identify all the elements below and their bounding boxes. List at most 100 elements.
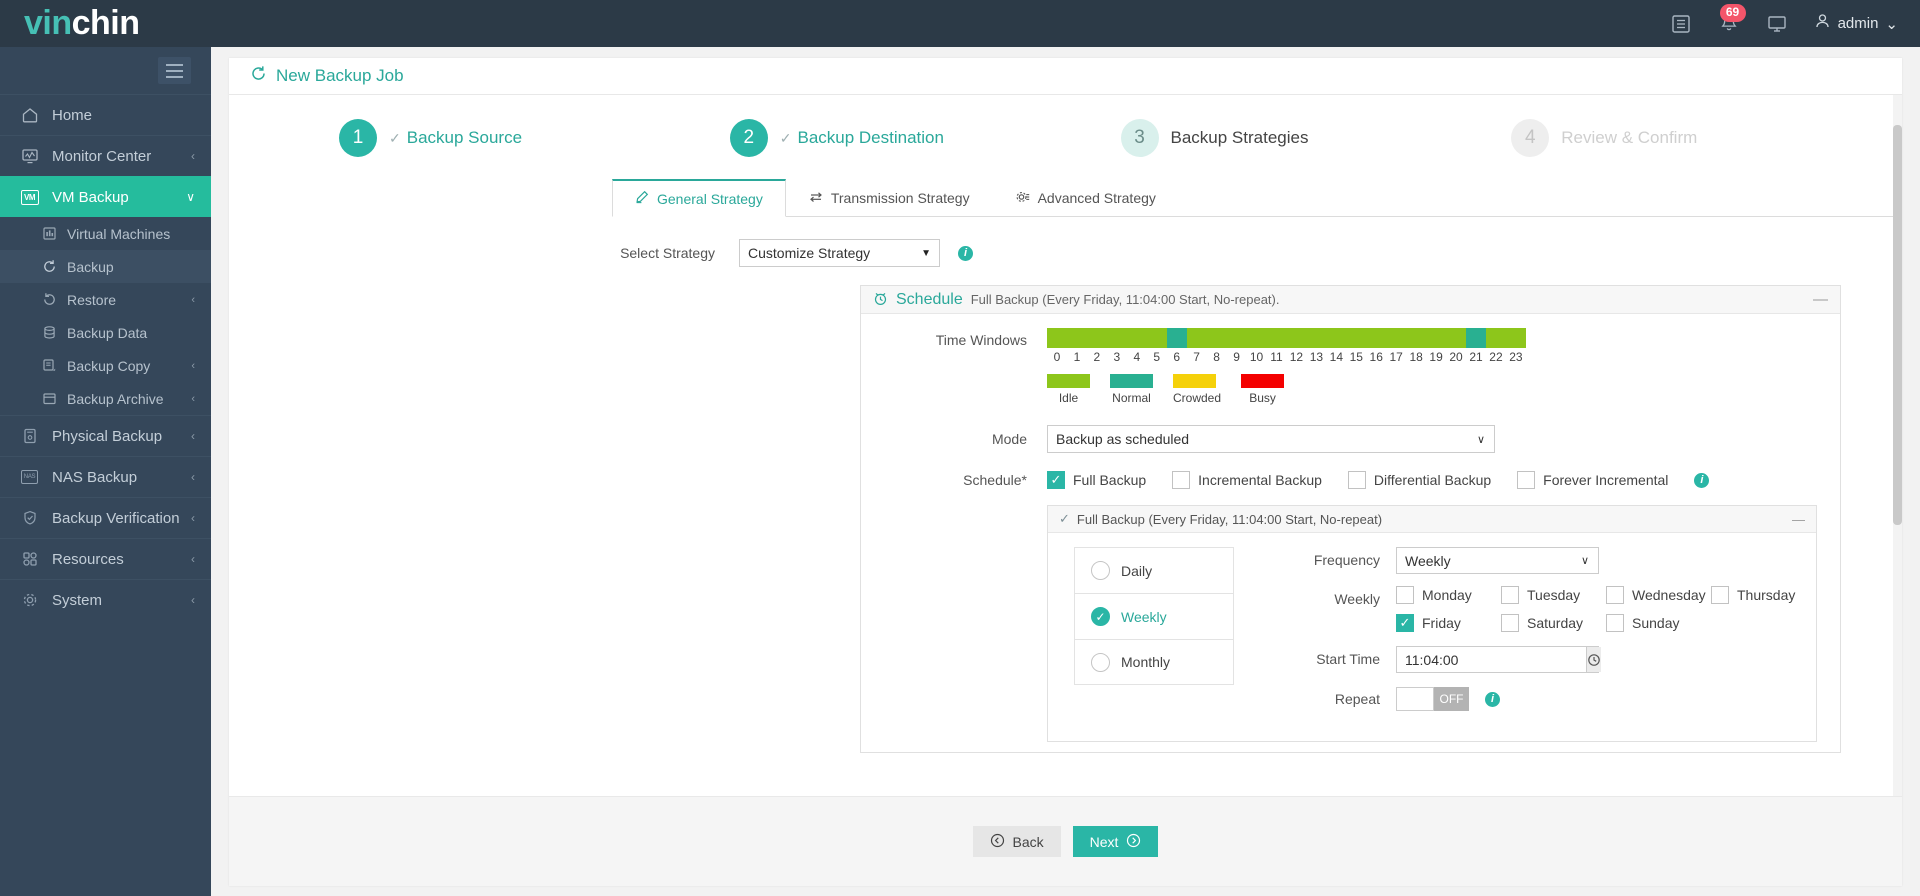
time-window-hour-1[interactable] (1066, 328, 1087, 348)
sidebar-item-home[interactable]: Home (0, 94, 211, 135)
hour-tick-label: 17 (1389, 350, 1403, 364)
time-window-hour-3[interactable] (1106, 328, 1127, 348)
frequency-option-monthly[interactable]: Monthly (1074, 639, 1234, 685)
legend-label: Busy (1249, 391, 1276, 405)
checkbox-differential-backup[interactable]: Differential Backup (1347, 471, 1491, 489)
select-strategy-info-icon[interactable]: i (958, 245, 973, 261)
time-window-hour-7[interactable] (1186, 328, 1207, 348)
frequency-option-weekly[interactable]: ✓ Weekly (1074, 593, 1234, 639)
time-window-hour-17[interactable] (1386, 328, 1407, 348)
weekly-days-row: Weekly Monday Tuesday Wednesday Thursday ✓ Fr… (1286, 586, 1816, 632)
check-icon: ✓ (1059, 511, 1070, 526)
time-windows-bar[interactable] (1047, 328, 1526, 348)
sidebar-item-system[interactable]: System ‹ (0, 579, 211, 620)
step-backup-source[interactable]: 1 ✓ Backup Source (339, 119, 730, 157)
back-button-label: Back (1012, 833, 1044, 850)
monitor-icon[interactable] (1766, 13, 1788, 35)
time-window-hour-20[interactable] (1446, 328, 1467, 348)
checkbox-monday[interactable]: Monday (1396, 586, 1501, 604)
alarm-clock-icon (873, 291, 888, 309)
time-window-hour-21[interactable] (1466, 328, 1486, 348)
vertical-scrollbar[interactable] (1893, 95, 1902, 832)
user-menu[interactable]: admin ⌄ (1814, 13, 1898, 34)
minimize-icon[interactable]: — (1792, 512, 1805, 527)
checkbox-forever-incremental[interactable]: Forever Incremental (1517, 471, 1668, 489)
step-number: 4 (1511, 119, 1550, 157)
next-button[interactable]: Next (1072, 826, 1159, 857)
start-time-field[interactable] (1396, 646, 1601, 673)
sidebar-item-restore[interactable]: Restore ‹ (0, 283, 211, 316)
time-window-hour-23[interactable] (1505, 328, 1526, 348)
time-window-hour-15[interactable] (1346, 328, 1367, 348)
frequency-dropdown[interactable]: Weekly ∨ (1396, 547, 1599, 574)
check-icon: ✓ (389, 129, 401, 146)
checkbox-sunday[interactable]: Sunday (1606, 614, 1711, 632)
list-icon[interactable] (1670, 13, 1692, 35)
sidebar-item-backup-data[interactable]: Backup Data (0, 316, 211, 349)
time-window-hour-13[interactable] (1306, 328, 1327, 348)
time-window-hour-5[interactable] (1146, 328, 1167, 348)
step-backup-destination[interactable]: 2 ✓ Backup Destination (729, 119, 1121, 157)
database-icon (41, 325, 57, 341)
time-window-hour-12[interactable] (1286, 328, 1307, 348)
sidebar-item-physical-backup[interactable]: Physical Backup ‹ (0, 415, 211, 456)
time-window-hour-19[interactable] (1426, 328, 1447, 348)
clock-icon[interactable] (1586, 647, 1601, 672)
checkbox-tuesday[interactable]: Tuesday (1501, 586, 1606, 604)
time-window-hour-16[interactable] (1366, 328, 1387, 348)
time-window-hour-11[interactable] (1266, 328, 1287, 348)
sidebar-item-backup[interactable]: Backup (0, 250, 211, 283)
time-window-hour-9[interactable] (1226, 328, 1247, 348)
time-window-hour-2[interactable] (1086, 328, 1107, 348)
sidebar-item-nas-backup[interactable]: NAS NAS Backup ‹ (0, 456, 211, 497)
step-backup-strategies[interactable]: 3 Backup Strategies (1120, 119, 1512, 157)
chevron-left-icon: ‹ (191, 552, 195, 566)
checkbox-incremental-backup[interactable]: Incremental Backup (1172, 471, 1322, 489)
sidebar-item-monitor-center[interactable]: Monitor Center ‹ (0, 135, 211, 176)
sidebar-item-backup-verification[interactable]: Backup Verification ‹ (0, 497, 211, 538)
sidebar-item-vm-backup[interactable]: VM VM Backup ∨ (0, 176, 211, 217)
repeat-info-icon[interactable]: i (1485, 691, 1500, 707)
top-bar: vinchin 69 admin ⌄ (0, 0, 1920, 47)
checkbox-label: Forever Incremental (1543, 472, 1669, 488)
sidebar-item-virtual-machines[interactable]: Virtual Machines (0, 217, 211, 250)
time-window-hour-22[interactable] (1485, 328, 1506, 348)
chevron-left-icon: ‹ (191, 392, 195, 405)
schedule-types-row: Schedule* ✓ Full Backup Incremental Back… (861, 471, 1840, 489)
bell-icon[interactable]: 69 (1718, 3, 1746, 35)
time-window-hour-4[interactable] (1126, 328, 1147, 348)
brand-logo[interactable]: vinchin (0, 4, 211, 43)
mode-dropdown[interactable]: Backup as scheduled ∨ (1047, 425, 1495, 453)
time-window-hour-8[interactable] (1206, 328, 1227, 348)
start-time-input[interactable] (1397, 647, 1586, 672)
checkbox-full-backup[interactable]: ✓ Full Backup (1047, 471, 1146, 489)
minimize-icon[interactable]: — (1813, 291, 1828, 308)
tab-transmission-strategy[interactable]: Transmission Strategy (786, 179, 993, 217)
sidebar-item-backup-copy[interactable]: Backup Copy ‹ (0, 349, 211, 382)
chevron-left-icon: ‹ (191, 593, 195, 607)
time-window-hour-10[interactable] (1246, 328, 1267, 348)
checkbox-thursday[interactable]: Thursday (1711, 586, 1816, 604)
checkbox-saturday[interactable]: Saturday (1501, 614, 1606, 632)
checkbox-wednesday[interactable]: Wednesday (1606, 586, 1711, 604)
schedule-types-info-icon[interactable]: i (1694, 472, 1710, 488)
back-button[interactable]: Back (972, 826, 1061, 857)
frequency-option-daily[interactable]: Daily (1074, 547, 1234, 593)
repeat-toggle[interactable]: OFF (1396, 687, 1469, 711)
time-window-hour-0[interactable] (1047, 328, 1067, 348)
step-label-wrap: ✓ Backup Source (389, 128, 522, 148)
time-window-hour-14[interactable] (1326, 328, 1347, 348)
tab-advanced-strategy[interactable]: Advanced Strategy (993, 179, 1179, 217)
tab-label: General Strategy (657, 190, 763, 207)
sidebar-item-backup-archive[interactable]: Backup Archive ‹ (0, 382, 211, 415)
select-strategy-dropdown[interactable]: Customize Strategy ▼ (739, 239, 940, 267)
sidebar-item-resources[interactable]: Resources ‹ (0, 538, 211, 579)
hamburger-icon[interactable] (158, 57, 191, 84)
checkbox-friday[interactable]: ✓ Friday (1396, 614, 1501, 632)
checkbox-label: Sunday (1632, 615, 1680, 631)
tab-general-strategy[interactable]: General Strategy (612, 179, 786, 217)
time-window-hour-18[interactable] (1406, 328, 1427, 348)
gear-icon (20, 591, 39, 610)
scrollbar-thumb[interactable] (1893, 125, 1902, 525)
time-window-hour-6[interactable] (1166, 328, 1187, 348)
